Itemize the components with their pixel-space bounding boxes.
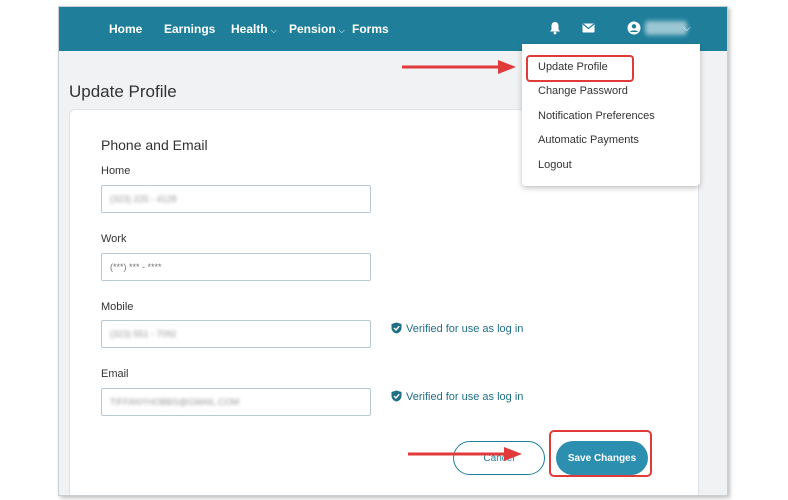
menu-item-automatic-payments[interactable]: Automatic Payments xyxy=(538,134,639,146)
home-phone-value: (323) 225 - 4128 xyxy=(110,194,177,204)
chevron-down-icon: ⌵ xyxy=(683,23,691,34)
mobile-phone-value: (323) 551 - 7092 xyxy=(110,329,177,339)
section-title: Phone and Email xyxy=(101,137,208,153)
mobile-verified-badge: Verified for use as log in xyxy=(391,322,523,336)
page-title: Update Profile xyxy=(69,82,177,101)
menu-item-logout[interactable]: Logout xyxy=(538,159,572,171)
mobile-phone-label: Mobile xyxy=(101,301,134,313)
user-icon[interactable] xyxy=(627,21,641,35)
nav-home-label: Home xyxy=(109,22,143,36)
shield-check-icon xyxy=(391,390,402,402)
email-input[interactable]: TIFFANYHOBBS@GMAIL.COM xyxy=(101,388,371,416)
email-label: Email xyxy=(101,368,129,380)
menu-item-notification-preferences[interactable]: Notification Preferences xyxy=(538,110,655,122)
nav-forms-label: Forms xyxy=(352,22,389,36)
envelope-icon[interactable] xyxy=(582,23,595,33)
nav-health[interactable]: Health ⌵ xyxy=(231,7,277,51)
home-phone-label: Home xyxy=(101,165,131,177)
highlight-box-update-profile xyxy=(526,55,634,82)
nav-forms[interactable]: Forms xyxy=(352,7,389,51)
home-phone-input[interactable]: (323) 225 - 4128 xyxy=(101,185,371,213)
user-name-blurred[interactable] xyxy=(645,21,687,35)
email-value: TIFFANYHOBBS@GMAIL.COM xyxy=(110,397,240,407)
nav-earnings-label: Earnings xyxy=(164,22,216,36)
email-verified-badge: Verified for use as log in xyxy=(391,390,523,404)
chevron-down-icon: ⌵ xyxy=(338,26,345,35)
work-phone-label: Work xyxy=(101,233,127,245)
chevron-down-icon: ⌵ xyxy=(270,26,277,35)
nav-earnings[interactable]: Earnings xyxy=(164,7,215,51)
annotation-arrow-icon xyxy=(402,60,516,74)
work-phone-input[interactable] xyxy=(101,253,371,281)
annotation-arrow-icon xyxy=(408,447,522,461)
nav-home[interactable]: Home xyxy=(109,7,142,51)
email-verified-text: Verified for use as log in xyxy=(406,391,524,403)
nav-pension[interactable]: Pension ⌵ xyxy=(289,7,345,51)
nav-health-label: Health xyxy=(231,22,268,36)
mobile-verified-text: Verified for use as log in xyxy=(406,323,524,335)
highlight-box-save-changes xyxy=(549,430,652,477)
menu-item-change-password[interactable]: Change Password xyxy=(538,85,628,97)
nav-pension-label: Pension xyxy=(289,22,336,36)
bell-icon[interactable] xyxy=(549,21,561,35)
mobile-phone-input[interactable]: (323) 551 - 7092 xyxy=(101,320,371,348)
shield-check-icon xyxy=(391,322,402,334)
